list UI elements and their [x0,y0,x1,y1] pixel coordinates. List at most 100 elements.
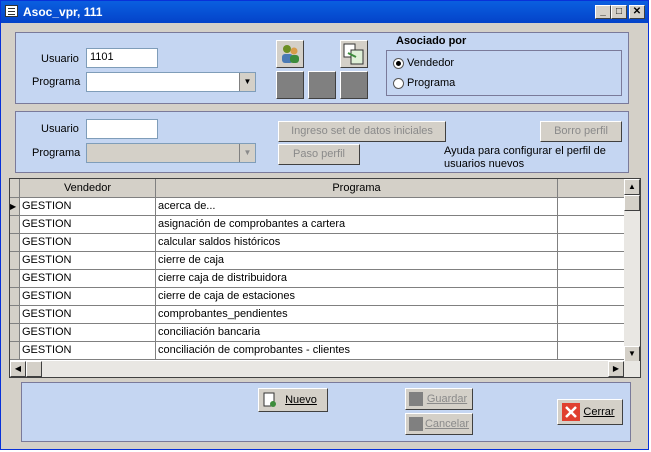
cell-vendedor[interactable]: GESTION [20,342,156,360]
minimize-button[interactable]: _ [595,5,611,19]
hscroll-thumb[interactable] [26,361,42,377]
table-row[interactable]: GESTION calcular saldos históricos [10,234,630,252]
new-document-icon [263,392,276,407]
row-selector[interactable]: ▶ [10,198,20,216]
help-text-line1: Ayuda para configurar el perfil de [444,145,606,157]
cell-vendedor[interactable]: GESTION [20,216,156,234]
cell-vendedor[interactable]: GESTION [20,198,156,216]
cancel-icon [409,417,423,431]
table-row[interactable]: GESTION conciliación bancaria [10,324,630,342]
row-selector[interactable] [10,324,20,342]
table-row[interactable]: GESTION asignación de comprobantes a cart… [10,216,630,234]
row-selector[interactable] [10,216,20,234]
borro-perfil-button[interactable]: Borro perfil [540,121,622,142]
nuevo-button[interactable]: Nuevo [258,388,328,412]
table-row[interactable]: GESTION cierre de caja [10,252,630,270]
column-header-programa[interactable]: Programa [156,179,558,198]
vendedor-radio[interactable] [393,58,404,69]
row-selector[interactable] [10,288,20,306]
disabled-tool-button-3[interactable] [340,71,368,99]
row-selector[interactable] [10,342,20,360]
programa-combo[interactable]: ▼ [86,72,256,92]
table-row[interactable]: GESTION cierre de caja de estaciones [10,288,630,306]
disabled-tool-button-1[interactable] [276,71,304,99]
scroll-thumb[interactable] [624,195,640,211]
scroll-down-icon[interactable]: ▼ [624,346,640,362]
table-row[interactable]: ▶ GESTION acerca de... [10,198,630,216]
cerrar-button[interactable]: Cerrar [557,399,623,425]
cell-empty [558,270,626,288]
vertical-scrollbar[interactable]: ▲ ▼ [624,179,640,362]
table-row[interactable]: GESTION conciliación de comprobantes - cl… [10,342,630,360]
users-icon [282,45,299,63]
scroll-right-icon[interactable]: ▶ [608,361,624,377]
programa-radio[interactable] [393,78,404,89]
chevron-down-icon[interactable]: ▼ [239,144,255,162]
cell-vendedor[interactable]: GESTION [20,270,156,288]
cell-vendedor[interactable]: GESTION [20,306,156,324]
nuevo-label: Nuevo [285,394,317,406]
title-bar[interactable]: Asoc_vpr, 111 _ □ ✕ [1,1,648,23]
table-row[interactable]: GESTION cierre caja de distribuidora [10,270,630,288]
save-icon [409,392,423,406]
row-selector[interactable] [10,306,20,324]
cell-empty [558,198,626,216]
top-panel: Usuario 1101 Programa ▼ Asociado por Ven… [15,32,629,104]
column-header-vendedor[interactable]: Vendedor [20,179,156,198]
cell-empty [558,342,626,360]
cell-programa[interactable]: acerca de... [156,198,558,216]
ingreso-datos-iniciales-button[interactable]: Ingreso set de datos iniciales [278,121,446,142]
cell-programa[interactable]: conciliación bancaria [156,324,558,342]
profile-panel: Usuario Programa ▼ Ingreso set de datos … [15,111,629,173]
close-window-button[interactable]: ✕ [629,5,645,19]
mid-usuario-label: Usuario [41,123,79,135]
asociado-label: Asociado por [396,35,467,47]
cell-vendedor[interactable]: GESTION [20,288,156,306]
mid-usuario-input[interactable] [86,119,158,139]
usuario-input[interactable]: 1101 [86,48,158,68]
mid-programa-label: Programa [32,147,81,159]
cell-programa[interactable]: asignación de comprobantes a cartera [156,216,558,234]
app-window: Asoc_vpr, 111 _ □ ✕ Usuario 1101 Program… [0,0,649,450]
maximize-button[interactable]: □ [611,5,627,19]
cell-empty [558,216,626,234]
scroll-up-icon[interactable]: ▲ [624,179,640,195]
disabled-tool-button-2[interactable] [308,71,336,99]
cell-vendedor[interactable]: GESTION [20,252,156,270]
cancelar-button[interactable]: Cancelar [405,413,473,435]
cell-programa[interactable]: conciliación de comprobantes - clientes [156,342,558,360]
copy-profile-button[interactable] [340,40,368,68]
column-header-empty [558,179,626,198]
cell-empty [558,234,626,252]
cell-programa[interactable]: calcular saldos históricos [156,234,558,252]
row-selector[interactable] [10,252,20,270]
cell-vendedor[interactable]: GESTION [20,324,156,342]
bottom-panel: Nuevo Guardar Cancelar Cerrar [21,382,631,442]
programa-option-label: Programa [407,77,456,89]
cell-empty [558,288,626,306]
cell-programa[interactable]: cierre de caja de estaciones [156,288,558,306]
guardar-label: Guardar [426,393,468,405]
cell-empty [558,324,626,342]
cell-programa[interactable]: cierre caja de distribuidora [156,270,558,288]
grid-corner [10,179,20,198]
mid-programa-combo[interactable]: ▼ [86,143,256,163]
add-user-button[interactable] [276,40,304,68]
row-selector[interactable] [10,270,20,288]
scroll-left-icon[interactable]: ◀ [10,361,26,377]
paso-perfil-button[interactable]: Paso perfil [278,144,360,165]
usuario-label: Usuario [41,53,79,65]
copy-icon [343,43,364,65]
window-app-icon [5,5,18,17]
chevron-down-icon[interactable]: ▼ [239,73,255,91]
row-selector[interactable] [10,234,20,252]
cell-programa[interactable]: cierre de caja [156,252,558,270]
data-grid: Vendedor Programa ▶ GESTION acerca de... GE… [9,178,641,378]
cell-programa[interactable]: comprobantes_pendientes [156,306,558,324]
table-row[interactable]: GESTION comprobantes_pendientes [10,306,630,324]
horizontal-scrollbar[interactable]: ◀ ▶ [10,361,640,377]
guardar-button[interactable]: Guardar [405,388,473,410]
programa-label: Programa [32,76,81,88]
close-icon [562,403,580,421]
cell-vendedor[interactable]: GESTION [20,234,156,252]
